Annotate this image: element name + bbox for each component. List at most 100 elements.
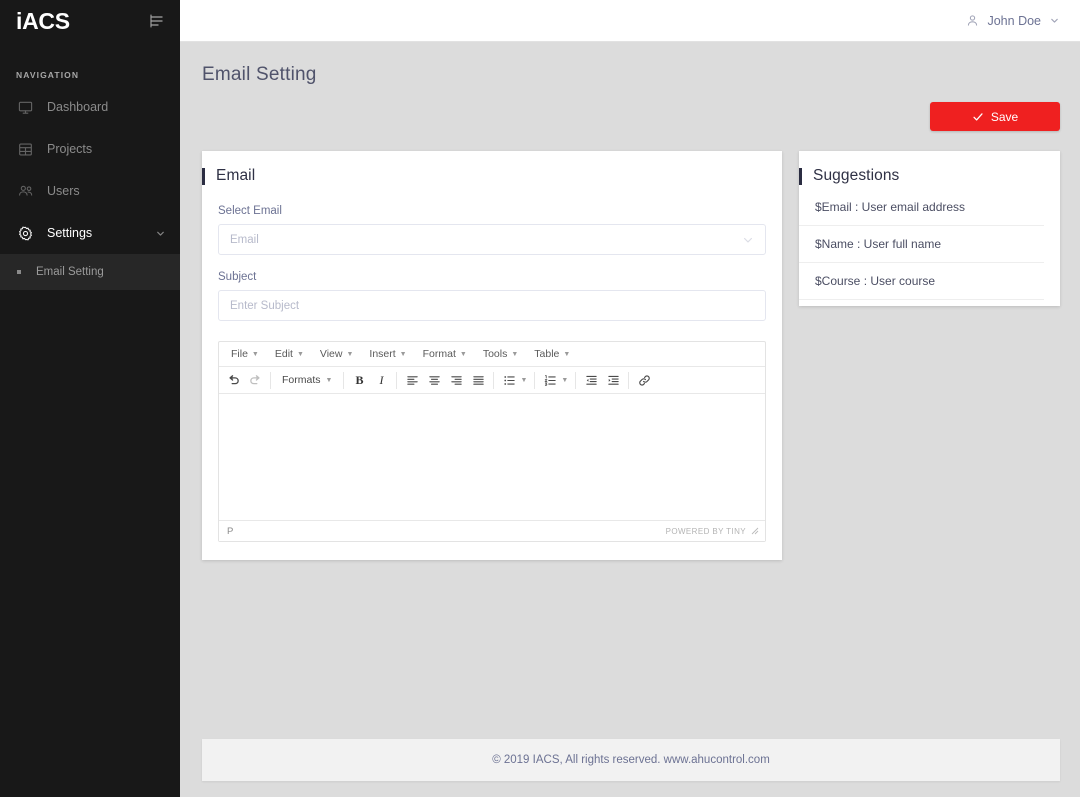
menu-label: Insert (369, 348, 396, 360)
align-left-icon[interactable] (401, 369, 423, 391)
caret-icon[interactable]: ▼ (561, 377, 568, 384)
editor-menu-edit[interactable]: Edit ▼ (267, 344, 312, 365)
resize-handle-icon[interactable] (751, 527, 759, 535)
list-item[interactable]: $Email : User email address (799, 189, 1044, 226)
bullet-icon (17, 270, 21, 274)
editor-menu-view[interactable]: View ▼ (312, 344, 362, 365)
chevron-down-icon (155, 228, 166, 239)
indent-icon[interactable] (602, 369, 624, 391)
outdent-icon[interactable] (580, 369, 602, 391)
person-icon (966, 14, 979, 27)
toolbar-divider (343, 371, 345, 389)
align-justify-icon[interactable] (467, 369, 489, 391)
email-card: Email Select Email Email Subject Enter S… (202, 151, 782, 560)
editor-menubar: File ▼ Edit ▼ View ▼ Insert ▼ Format ▼ T… (219, 342, 765, 367)
save-button-label: Save (990, 109, 1019, 124)
gear-icon (17, 225, 34, 242)
bold-icon[interactable]: B (348, 369, 370, 391)
suggestions-card-column: Suggestions $Email : User email address … (799, 151, 1060, 306)
italic-icon[interactable]: I (370, 369, 392, 391)
menu-label: Tools (482, 348, 508, 360)
undo-icon[interactable] (222, 369, 244, 391)
users-icon (17, 183, 34, 200)
sidebar-item-dashboard[interactable]: Dashboard (0, 86, 180, 128)
editor-status-bar: P POWERED BY TINY (219, 520, 765, 541)
editor-menu-tools[interactable]: Tools ▼ (475, 344, 526, 365)
user-name: John Doe (987, 13, 1041, 28)
redo-icon[interactable] (244, 369, 266, 391)
align-right-icon[interactable] (445, 369, 467, 391)
cards-row: Email Select Email Email Subject Enter S… (202, 131, 1060, 560)
sidebar-item-projects[interactable]: Projects (0, 128, 180, 170)
sidebar-item-label: Projects (47, 142, 93, 156)
editor-content-area[interactable] (219, 394, 765, 520)
select-email-label: Select Email (218, 205, 282, 217)
footer: © 2019 IACS, All rights reserved. www.ah… (202, 739, 1060, 781)
rich-text-editor: File ▼ Edit ▼ View ▼ Insert ▼ Format ▼ T… (218, 341, 766, 542)
email-card-header: Email (202, 151, 782, 185)
editor-menu-insert[interactable]: Insert ▼ (361, 344, 414, 365)
sidebar-item-label: Dashboard (47, 100, 109, 114)
suggestions-list: $Email : User email address $Name : User… (799, 185, 1060, 306)
editor-branding-label: POWERED BY TINY (665, 526, 746, 536)
editor-formats-dropdown[interactable]: Formats ▼ (275, 370, 339, 391)
title-accent-bar (799, 167, 802, 185)
caret-icon: ▼ (296, 350, 304, 358)
caret-icon[interactable]: ▼ (520, 377, 527, 384)
toolbar-divider (575, 371, 577, 389)
select-email-placeholder: Email (230, 233, 259, 246)
sidebar-item-email-setting[interactable]: Email Setting (0, 254, 180, 290)
page-title: Email Setting (202, 64, 317, 85)
sidebar-subitem-label: Email Setting (36, 266, 104, 278)
sidebar-nav-title: NAVIGATION (16, 70, 80, 80)
app-root: iACS NAVIGATION Dashboard Projects Users… (0, 0, 1080, 797)
action-row: Save (202, 86, 1060, 131)
list-item[interactable]: $Course : User course (799, 263, 1044, 300)
toolbar-divider (534, 371, 536, 389)
suggestions-card: Suggestions $Email : User email address … (799, 151, 1060, 306)
chevron-down-icon (1049, 15, 1060, 26)
footer-text: © 2019 IACS, All rights reserved. www.ah… (492, 754, 770, 766)
save-button[interactable]: Save (930, 102, 1060, 131)
menu-label: File (231, 348, 248, 360)
suggestions-card-title: Suggestions (813, 167, 900, 184)
grid-icon (17, 141, 34, 158)
sidebar-item-settings[interactable]: Settings (0, 212, 180, 254)
numbered-list-group: ▼ (539, 369, 571, 391)
select-email-dropdown[interactable]: Email (218, 224, 766, 255)
menu-label: Format (422, 348, 456, 360)
caret-icon: ▼ (399, 350, 407, 358)
editor-toolbar: Formats ▼ B I ▼ ▼ (219, 367, 765, 394)
chevron-down-icon (742, 234, 754, 246)
toolbar-divider (396, 371, 398, 389)
numbered-list-icon[interactable] (539, 369, 561, 391)
align-center-icon[interactable] (423, 369, 445, 391)
editor-branding: POWERED BY TINY (666, 527, 759, 536)
bullet-list-icon[interactable] (498, 369, 520, 391)
menu-label: Edit (274, 348, 293, 360)
sidebar-item-label: Settings (47, 226, 93, 240)
page-content: Email Setting Save Email Select Email Em… (180, 42, 1080, 560)
menu-label: View (319, 348, 343, 360)
main-area: John Doe Email Setting Save Email Select… (180, 0, 1080, 797)
caret-icon: ▼ (563, 350, 571, 358)
editor-menu-file[interactable]: File ▼ (223, 344, 267, 365)
subject-input[interactable]: Enter Subject (218, 290, 766, 321)
sidebar-item-label: Users (47, 184, 80, 198)
sidebar: iACS NAVIGATION Dashboard Projects Users… (0, 0, 180, 797)
caret-icon: ▼ (325, 376, 333, 384)
user-menu[interactable]: John Doe (966, 14, 1060, 28)
link-icon[interactable] (633, 369, 655, 391)
caret-icon: ▼ (346, 350, 354, 358)
editor-menu-table[interactable]: Table ▼ (526, 344, 578, 365)
formats-label: Formats (282, 374, 321, 386)
subject-placeholder: Enter Subject (230, 299, 300, 312)
list-item[interactable]: $Name : User full name (799, 226, 1044, 263)
caret-icon: ▼ (251, 350, 259, 358)
sidebar-item-users[interactable]: Users (0, 170, 180, 212)
bullet-list-group: ▼ (498, 369, 530, 391)
menu-collapse-icon[interactable] (148, 12, 166, 30)
editor-menu-format[interactable]: Format ▼ (415, 344, 475, 365)
menu-label: Table (534, 348, 560, 360)
top-bar: John Doe (180, 0, 1080, 42)
